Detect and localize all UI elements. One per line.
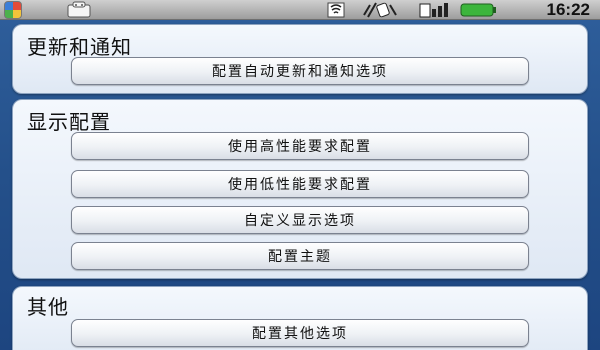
section-title-updates: 更新和通知 — [27, 35, 132, 59]
sim-icon — [418, 1, 452, 19]
section-other: 其他 配置其他选项 — [12, 286, 588, 350]
android-icon — [66, 1, 92, 19]
low-performance-config-button[interactable]: 使用低性能要求配置 — [71, 170, 529, 198]
configure-auto-update-button[interactable]: 配置自动更新和通知选项 — [71, 57, 529, 85]
status-clock: 16:22 — [546, 0, 590, 19]
custom-display-options-button[interactable]: 自定义显示选项 — [71, 206, 529, 234]
vibrate-icon — [360, 1, 400, 19]
high-performance-config-button[interactable]: 使用高性能要求配置 — [71, 132, 529, 160]
battery-icon — [458, 1, 498, 19]
section-title-display: 显示配置 — [27, 110, 111, 134]
configure-other-options-button[interactable]: 配置其他选项 — [71, 319, 529, 347]
status-bar: 16:22 — [0, 0, 600, 20]
section-display: 显示配置 使用高性能要求配置 使用低性能要求配置 自定义显示选项 配置主题 — [12, 99, 588, 279]
app-icon — [4, 1, 22, 19]
configure-theme-button[interactable]: 配置主题 — [71, 242, 529, 270]
section-updates: 更新和通知 配置自动更新和通知选项 — [12, 24, 588, 94]
section-title-other: 其他 — [27, 295, 69, 319]
signal-icon — [326, 1, 348, 19]
